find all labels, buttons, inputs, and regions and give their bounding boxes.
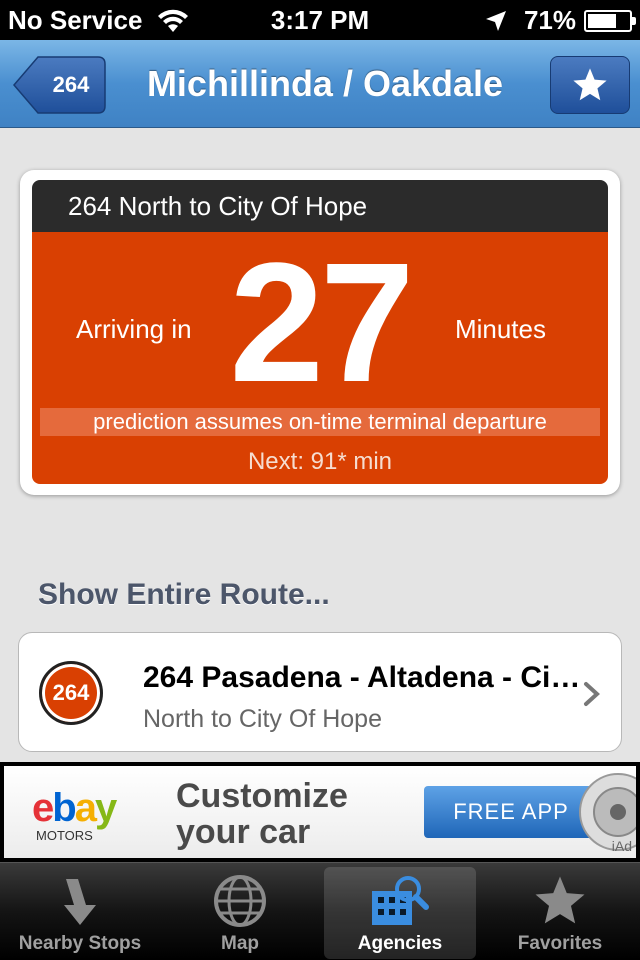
back-button[interactable]: 264 — [12, 56, 106, 114]
star-icon — [573, 68, 607, 101]
ad-content: ebay MOTORS Customize your car FREE APP … — [4, 766, 636, 858]
status-right: 71% — [484, 5, 636, 36]
arriving-suffix: Minutes — [454, 314, 546, 344]
back-button-label: 264 — [52, 72, 90, 97]
tab-label: Agencies — [357, 933, 443, 954]
building-search-icon — [372, 876, 429, 925]
navigation-bar: 264 Michillinda / Oakdale — [0, 40, 640, 128]
prediction-note: prediction assumes on-time terminal depa… — [40, 408, 600, 436]
tab-label: Map — [221, 933, 259, 954]
tab-label: Nearby Stops — [18, 933, 142, 954]
show-entire-route-heading: Show Entire Route... — [38, 578, 330, 611]
next-arrival: Next: 91* min — [247, 448, 393, 475]
tab-nearby-stops[interactable]: Nearby Stops — [0, 863, 160, 960]
logo-letter-b: b — [52, 786, 76, 830]
ad-headline: Customize your car — [176, 778, 348, 850]
battery-icon — [584, 9, 636, 32]
chevron-right-icon — [584, 682, 600, 706]
tab-agencies[interactable]: Agencies — [320, 863, 480, 960]
page-title: Michillinda / Oakdale — [146, 63, 504, 104]
status-bar: No Service 3:17 PM 71% — [0, 0, 640, 40]
ad-headline-line2: your car — [176, 813, 311, 851]
route-name: 264 Pasadena - Altadena - City Of Hope — [143, 661, 583, 694]
star-icon — [535, 876, 585, 924]
arrival-body: Arriving in 27 Minutes prediction assume… — [32, 232, 608, 484]
logo-letter-y: y — [94, 786, 117, 830]
ad-banner[interactable]: ebay MOTORS Customize your car FREE APP … — [0, 762, 640, 862]
ad-cta-button[interactable]: FREE APP — [424, 786, 598, 838]
tab-favorites[interactable]: Favorites — [480, 863, 640, 960]
ad-headline-line1: Customize — [176, 777, 348, 815]
route-badge: 264 — [39, 661, 103, 725]
arrival-heading: 264 North to City Of Hope — [32, 180, 608, 232]
favorite-button[interactable] — [550, 56, 630, 114]
arrow-down-icon — [64, 879, 96, 925]
iad-label: iAd — [611, 838, 632, 854]
route-row[interactable]: 264 264 Pasadena - Altadena - City Of Ho… — [18, 632, 622, 752]
tab-label: Favorites — [517, 933, 603, 954]
battery-fill — [588, 13, 617, 28]
logo-letter-a: a — [74, 786, 97, 830]
logo-letter-e: e — [32, 786, 54, 830]
ad-brand-sub: MOTORS — [36, 828, 93, 843]
route-direction: North to City Of Hope — [143, 705, 382, 733]
arrival-card: 264 North to City Of Hope Arriving in 27… — [20, 170, 620, 495]
tab-bar: Nearby Stops Map Agencies Favorites — [0, 862, 640, 960]
battery-percent: 71% — [523, 5, 576, 35]
globe-icon — [214, 875, 266, 927]
tab-map[interactable]: Map — [160, 863, 320, 960]
ebay-logo: ebay — [32, 786, 117, 831]
location-arrow-icon — [485, 10, 506, 31]
